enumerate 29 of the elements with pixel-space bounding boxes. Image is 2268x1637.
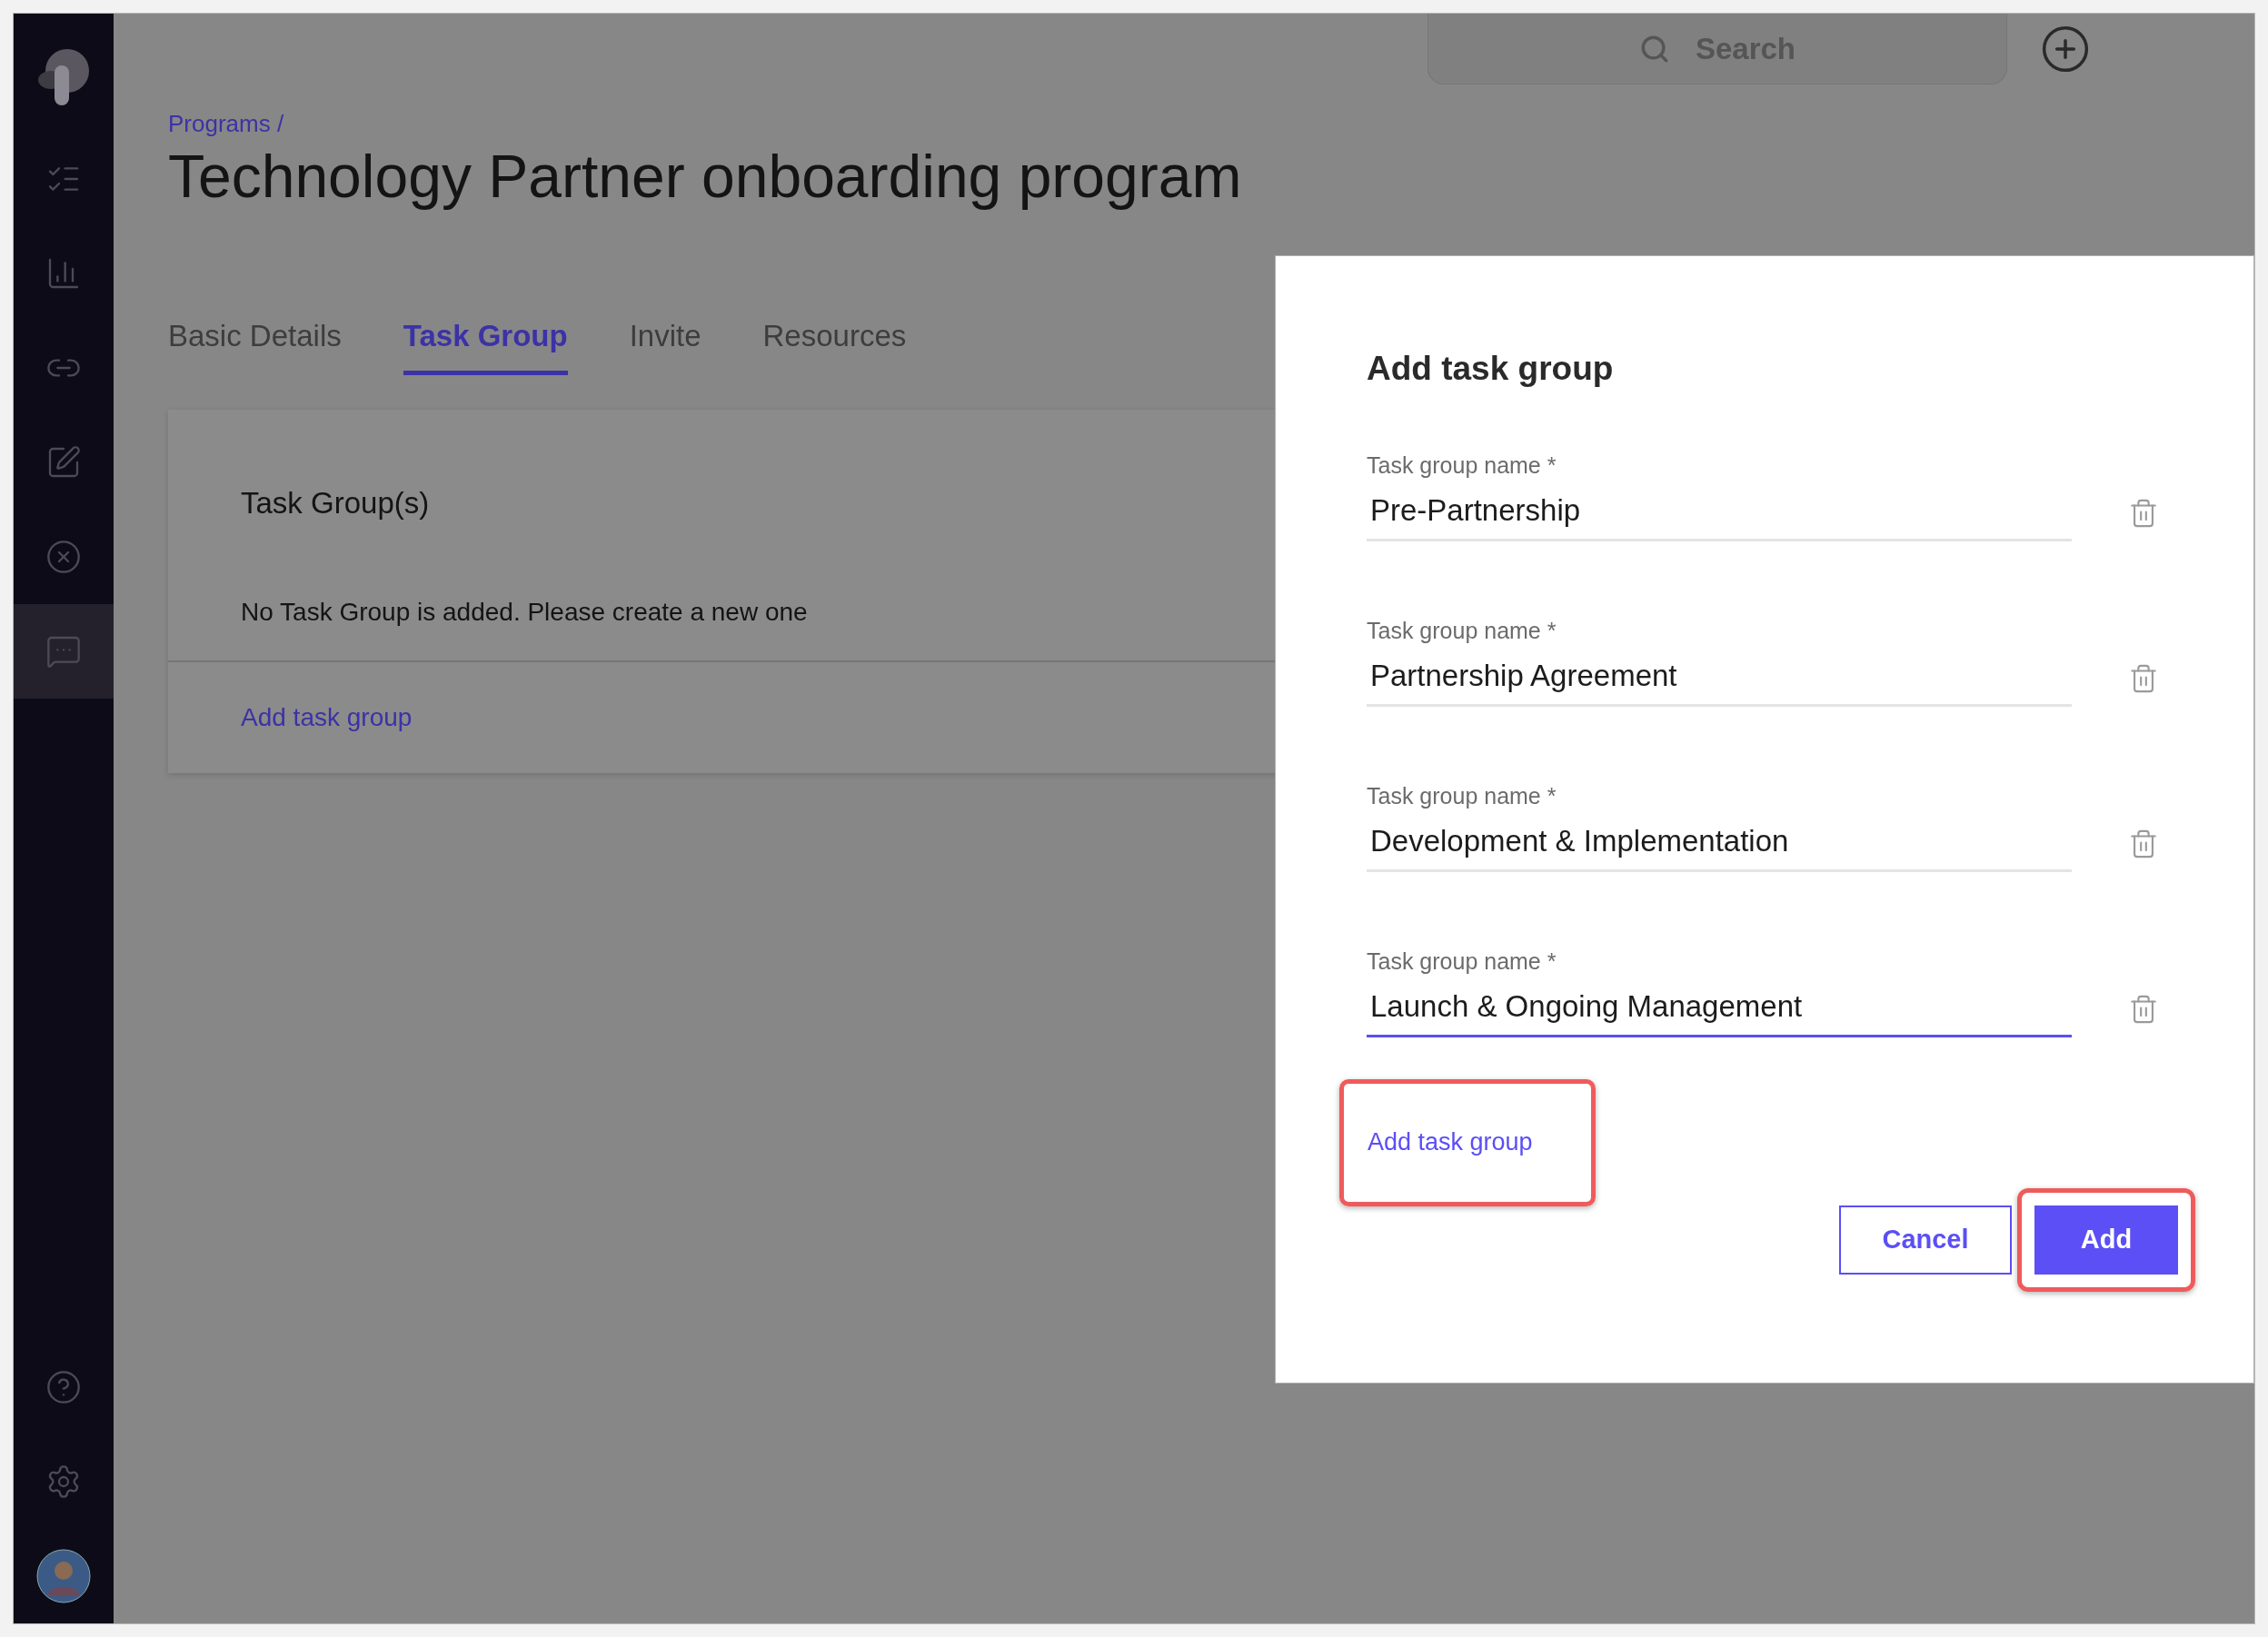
text-field[interactable]: Development & Implementation xyxy=(1367,818,2072,872)
add-button[interactable]: Add xyxy=(2034,1205,2178,1275)
logo-icon xyxy=(36,47,91,107)
field-label: Task group name * xyxy=(1367,616,1557,645)
dialog-title: Add task group xyxy=(1367,349,1615,389)
sidebar-item[interactable] xyxy=(14,604,114,699)
tab[interactable]: Invite xyxy=(629,313,701,376)
help-icon xyxy=(45,1369,82,1405)
avatar-icon[interactable] xyxy=(36,1549,91,1603)
text-field[interactable]: Pre-Partnership xyxy=(1367,488,2072,541)
add-icon[interactable] xyxy=(2040,24,2091,74)
card-heading: Task Group(s) xyxy=(241,485,431,522)
field-label: Task group name * xyxy=(1367,781,1557,810)
text-field[interactable]: Launch & Ongoing Management xyxy=(1367,984,2072,1037)
tab[interactable]: Basic Details xyxy=(168,313,342,376)
delete-icon[interactable] xyxy=(2128,993,2159,1025)
add-task-group-link[interactable]: Add task group xyxy=(241,702,413,731)
delete-icon[interactable] xyxy=(2128,497,2159,529)
empty-message: No Task Group is added. Please create a new one xyxy=(241,596,809,628)
page-title: Technology Partner onboarding program xyxy=(168,144,1243,210)
field-label: Task group name * xyxy=(1367,451,1557,480)
cancel-button[interactable]: Cancel xyxy=(1839,1205,2012,1275)
tab[interactable]: Resources xyxy=(762,313,907,376)
delete-icon[interactable] xyxy=(2128,662,2159,694)
delete-icon[interactable] xyxy=(2128,828,2159,859)
add-task-group-link[interactable]: Add task group xyxy=(1368,1124,1533,1161)
field-label: Task group name * xyxy=(1367,947,1557,976)
cross-circle-icon xyxy=(45,539,82,575)
text-field[interactable]: Partnership Agreement xyxy=(1367,653,2072,707)
